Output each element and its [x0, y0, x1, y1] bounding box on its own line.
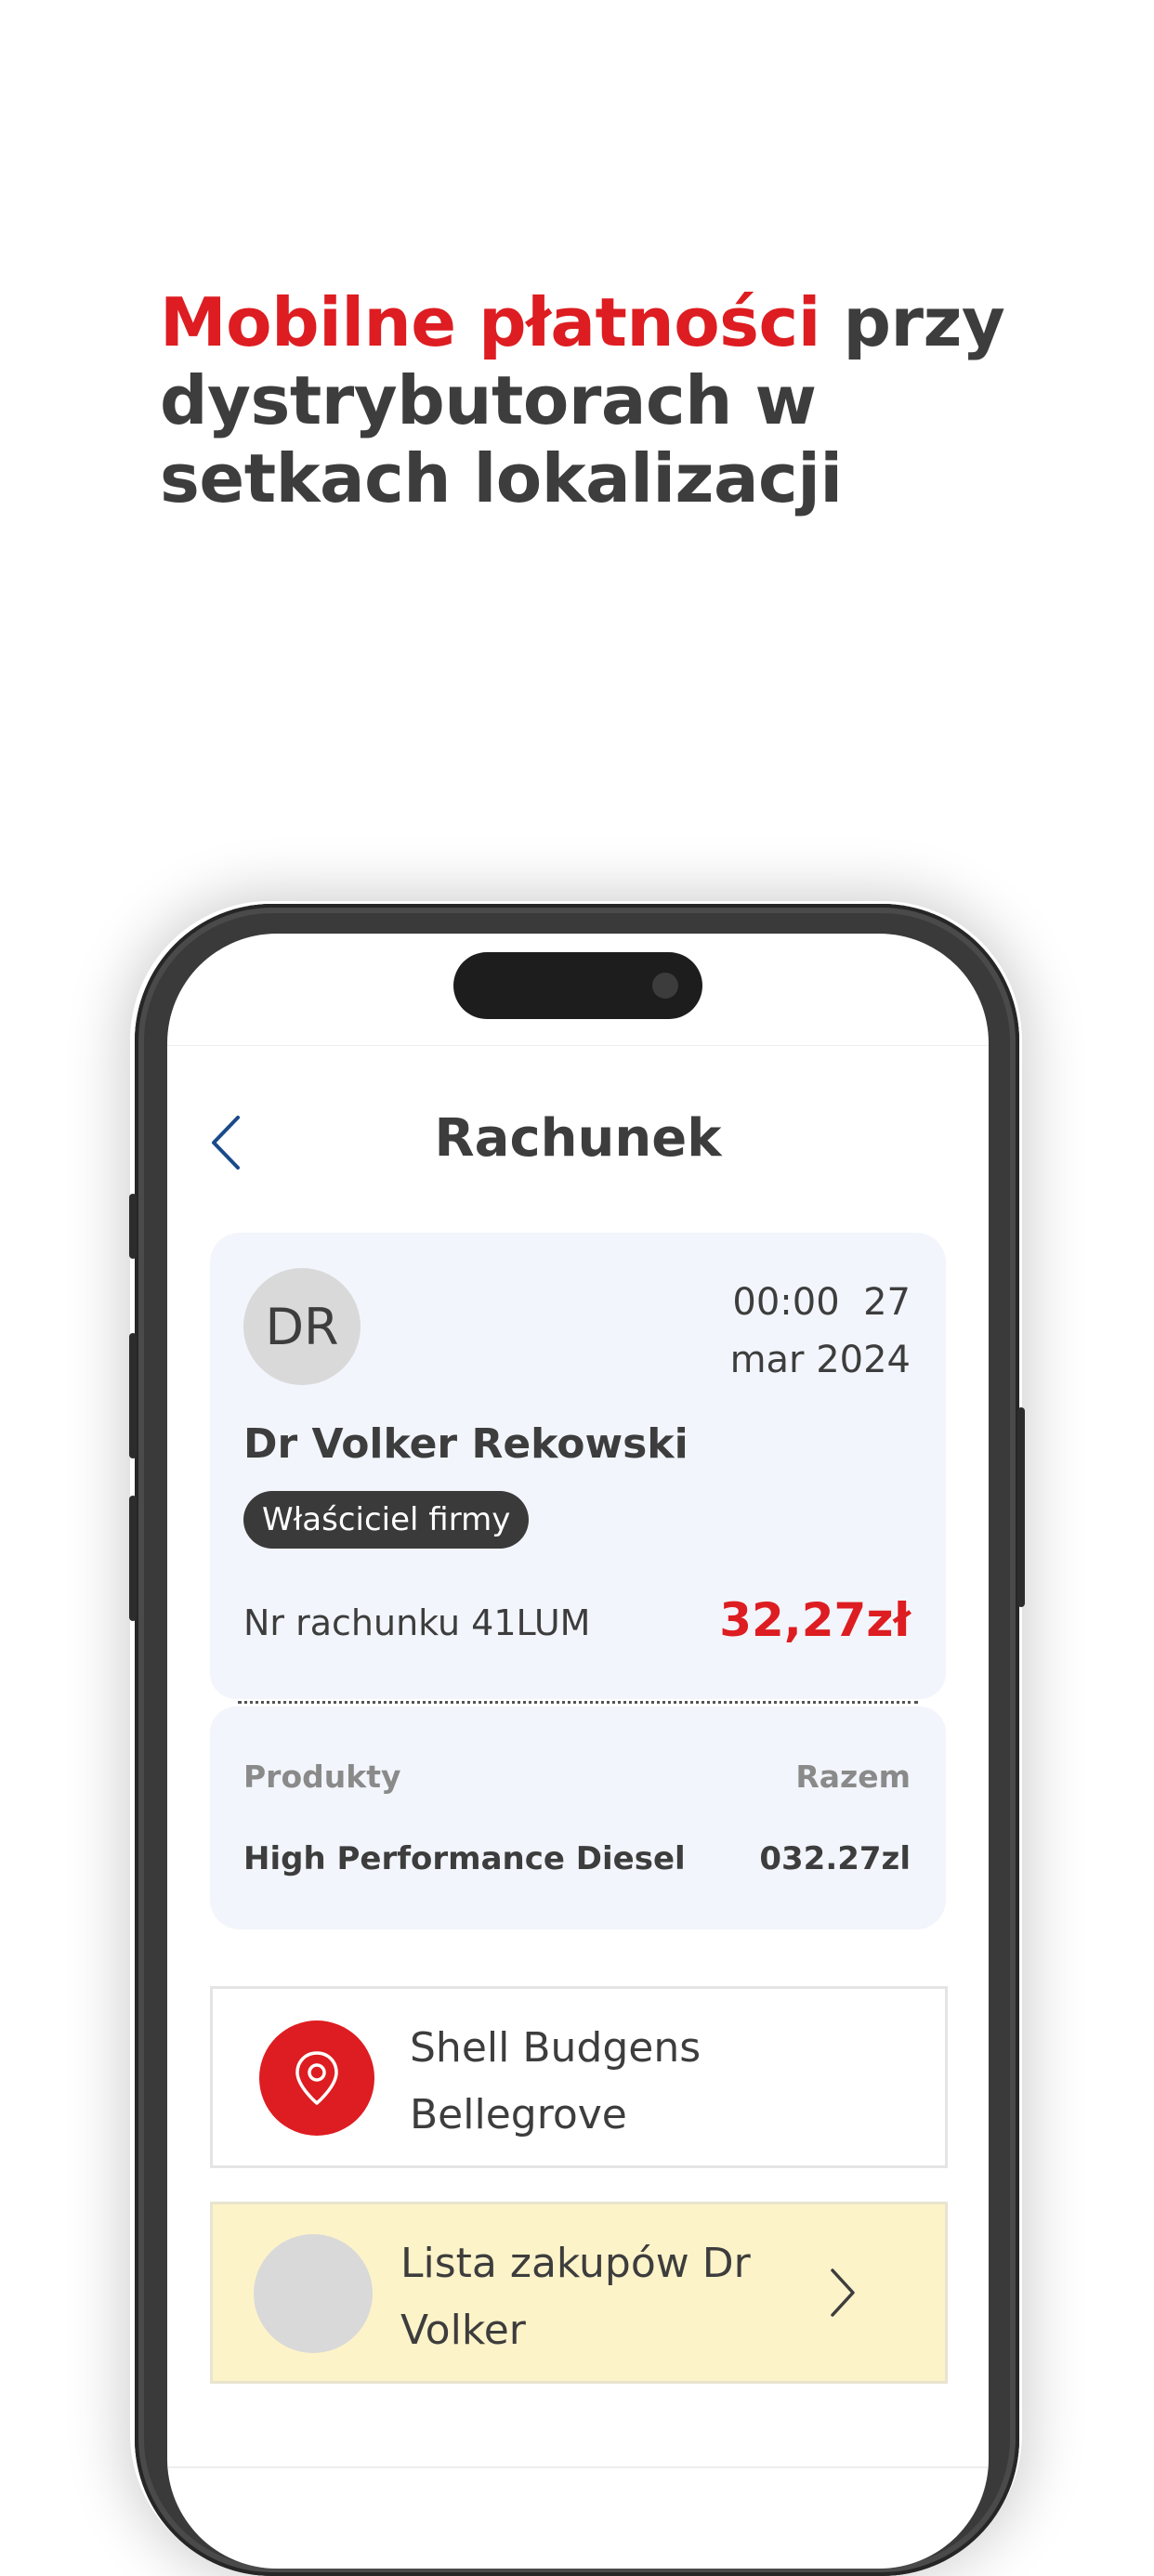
- phone-volume-up-button: [129, 1333, 137, 1458]
- phone-volume-down-button: [129, 1496, 137, 1621]
- receipt-datetime: 00:00 27 mar 2024: [730, 1274, 911, 1389]
- avatar: DR: [243, 1268, 361, 1385]
- shopping-list-open-button[interactable]: [824, 2262, 861, 2323]
- bottom-divider: [167, 2466, 989, 2468]
- receipt-perforation-divider: [238, 1701, 918, 1704]
- shopping-list-avatar: [254, 2234, 373, 2353]
- role-badge: Właściciel firmy: [243, 1491, 530, 1549]
- phone-screen: Rachunek DR 00:00 27 mar 2024 Dr Volker …: [167, 934, 989, 2569]
- shopping-list-card[interactable]: Lista zakupów Dr Volker: [210, 2202, 948, 2384]
- receipt-date: mar 2024: [729, 1339, 911, 1381]
- page-title: Rachunek: [434, 1108, 722, 1169]
- location-pin-icon: [295, 2051, 338, 2105]
- front-camera: [652, 973, 678, 999]
- status-bar-divider: [167, 1045, 989, 1046]
- line-item-name: High Performance Diesel: [243, 1840, 686, 1877]
- shopping-list-label: Lista zakupów Dr Volker: [400, 2240, 751, 2354]
- chevron-right-icon: [831, 2269, 855, 2317]
- headline-accent: Mobilne płatności: [160, 283, 820, 361]
- marketing-headline: Mobilne płatności przy dystrybutorach w …: [160, 283, 1052, 517]
- phone-action-button: [129, 1194, 137, 1259]
- products-column-header: Produkty: [243, 1759, 401, 1795]
- receipt-card-bottom: [210, 1706, 946, 1929]
- receipt-amount: 32,27zł: [719, 1593, 911, 1647]
- dynamic-island: [453, 952, 702, 1019]
- receipt-number: Nr rachunku 41LUM: [243, 1602, 591, 1643]
- location-pin-badge: [259, 2020, 374, 2136]
- location-card[interactable]: Shell Budgens Bellegrove: [210, 1986, 948, 2168]
- phone-power-button: [1017, 1407, 1025, 1607]
- total-column-header: Razem: [795, 1759, 911, 1795]
- customer-name: Dr Volker Rekowski: [243, 1420, 688, 1468]
- receipt-time: 00:00 27: [732, 1281, 911, 1324]
- location-name: Shell Budgens Bellegrove: [410, 2024, 702, 2138]
- line-item-price: 032.27zl: [759, 1840, 911, 1877]
